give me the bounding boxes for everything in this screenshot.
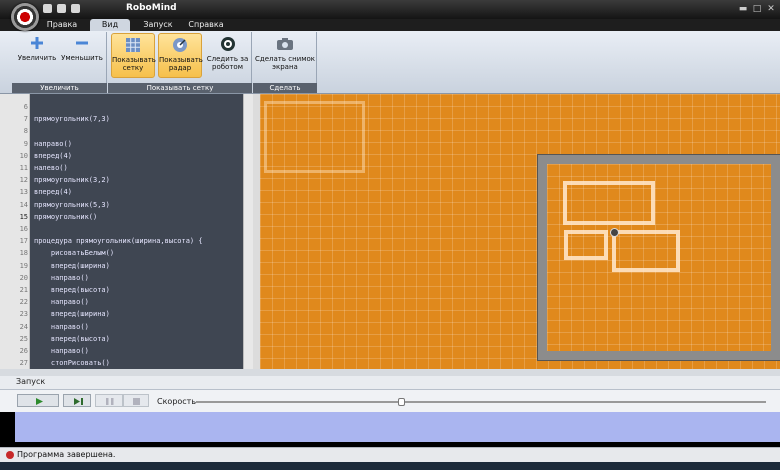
line-number: 20: [19, 273, 28, 282]
line-number: 24: [19, 322, 28, 331]
status-text: Программа завершена.: [17, 450, 116, 459]
tab-run[interactable]: Запуск: [136, 19, 180, 31]
line-number: 23: [19, 310, 28, 319]
settings-icon[interactable]: [71, 4, 80, 13]
speed-label: Скорость: [157, 397, 197, 406]
line-number: 6: [23, 103, 28, 111]
play-icon: [36, 398, 43, 405]
code-line: направо(): [34, 347, 89, 355]
line-number: 13: [19, 188, 28, 197]
speed-slider[interactable]: [196, 401, 766, 403]
code-line: вперед(4): [34, 188, 72, 197]
code-line: прямоугольник(5,3): [34, 200, 110, 209]
run-panel-header: [0, 376, 780, 390]
painted-rectangle: [563, 181, 655, 225]
robot-icon: [610, 228, 619, 237]
status-bar: [0, 447, 780, 462]
follow-robot-button[interactable]: Следить за роботом: [205, 33, 250, 78]
group-label: Увеличить: [12, 83, 107, 93]
horizontal-splitter[interactable]: [0, 369, 780, 376]
tab-help[interactable]: Справка: [184, 19, 228, 31]
code-line: направо(): [34, 322, 89, 331]
code-line: налево(): [34, 164, 68, 172]
open-icon[interactable]: [57, 4, 66, 13]
window-title: RoboMind: [126, 3, 177, 13]
code-line: вперед(высота): [34, 334, 110, 343]
app-logo-icon[interactable]: [11, 3, 39, 31]
ribbon-group-zoom: Увеличить Уменьшить Увеличить: [12, 32, 107, 93]
save-icon[interactable]: [43, 4, 52, 13]
screenshot-button[interactable]: Сделать снимок экрана: [255, 33, 315, 78]
code-line: вперед(ширина): [34, 310, 110, 319]
line-number: 19: [19, 261, 28, 270]
title-bar: [0, 0, 780, 19]
line-number: 26: [19, 347, 28, 355]
code-line: вперед(4): [34, 151, 72, 160]
line-number: 18: [19, 249, 28, 258]
painted-rectangle: [564, 230, 608, 260]
radar-icon: [173, 38, 187, 52]
stop-button[interactable]: [123, 394, 149, 407]
show-radar-button[interactable]: Показывать радар: [158, 33, 203, 78]
painted-rectangle: [612, 230, 680, 272]
taskbar: [0, 462, 780, 470]
code-line: прямоугольник(3,2): [34, 176, 110, 185]
line-number: 27: [19, 359, 28, 368]
pause-button[interactable]: [95, 394, 123, 407]
output-panel: [15, 412, 780, 442]
line-number: 11: [19, 164, 28, 172]
close-icon[interactable]: ✕: [766, 4, 776, 14]
line-number: 8: [23, 127, 28, 136]
speed-slider-thumb[interactable]: [398, 398, 406, 406]
group-label: Показывать сетку: [108, 83, 252, 93]
error-icon: [6, 451, 14, 459]
line-number: 12: [19, 176, 28, 185]
camera-icon: [277, 38, 293, 50]
code-line: вперед(высота): [34, 286, 110, 294]
line-number: 10: [19, 151, 28, 160]
group-label: Сделать снимок...: [253, 83, 317, 102]
radar-view-frame: [264, 101, 365, 173]
grid-icon: [126, 38, 140, 52]
ribbon-group-grid: Показывать сетку Показывать радар Следит…: [108, 32, 252, 93]
show-grid-button[interactable]: Показывать сетку: [111, 33, 156, 78]
line-number: 22: [19, 298, 28, 307]
plus-icon: [31, 37, 43, 49]
play-button[interactable]: [17, 394, 59, 407]
code-line: прямоугольник(): [34, 212, 98, 221]
line-number: 7: [23, 115, 28, 124]
line-number: 16: [19, 225, 28, 233]
code-line: стопРисовать(): [34, 359, 110, 368]
tab-edit[interactable]: Правка: [40, 19, 84, 31]
line-number: 14: [19, 200, 28, 209]
stop-icon: [133, 398, 140, 405]
run-panel-title: Запуск: [16, 377, 46, 386]
zoom-in-button[interactable]: Увеличить: [16, 32, 58, 77]
zoom-out-button[interactable]: Уменьшить: [60, 32, 104, 77]
code-line: вперед(ширина): [34, 261, 110, 270]
tab-view[interactable]: Вид: [90, 19, 130, 31]
line-number: 9: [23, 139, 28, 148]
line-number: 25: [19, 334, 28, 343]
line-number: 15: [19, 212, 28, 221]
minimize-icon[interactable]: ▬: [738, 4, 748, 14]
editor-scrollbar[interactable]: [243, 94, 253, 369]
step-button[interactable]: [63, 394, 91, 407]
code-line: рисоватьБелым(): [34, 249, 115, 258]
line-number: 17: [19, 237, 28, 246]
robot-target-icon: [220, 37, 235, 51]
code-line: направо(): [34, 298, 89, 307]
ribbon-group-screenshot: Сделать снимок экрана Сделать снимок...: [253, 32, 317, 102]
step-icon: [74, 398, 83, 405]
code-line: процедура прямоугольник(ширина,высота) {: [34, 237, 203, 246]
code-line: направо(): [34, 273, 89, 282]
code-line: направо(): [34, 139, 72, 148]
minus-icon: [76, 41, 88, 45]
pause-icon: [106, 398, 114, 405]
code-line: прямоугольник(7,3): [34, 115, 110, 124]
maximize-icon[interactable]: □: [752, 4, 762, 14]
vertical-splitter[interactable]: [253, 94, 260, 369]
line-number: 21: [19, 286, 28, 294]
